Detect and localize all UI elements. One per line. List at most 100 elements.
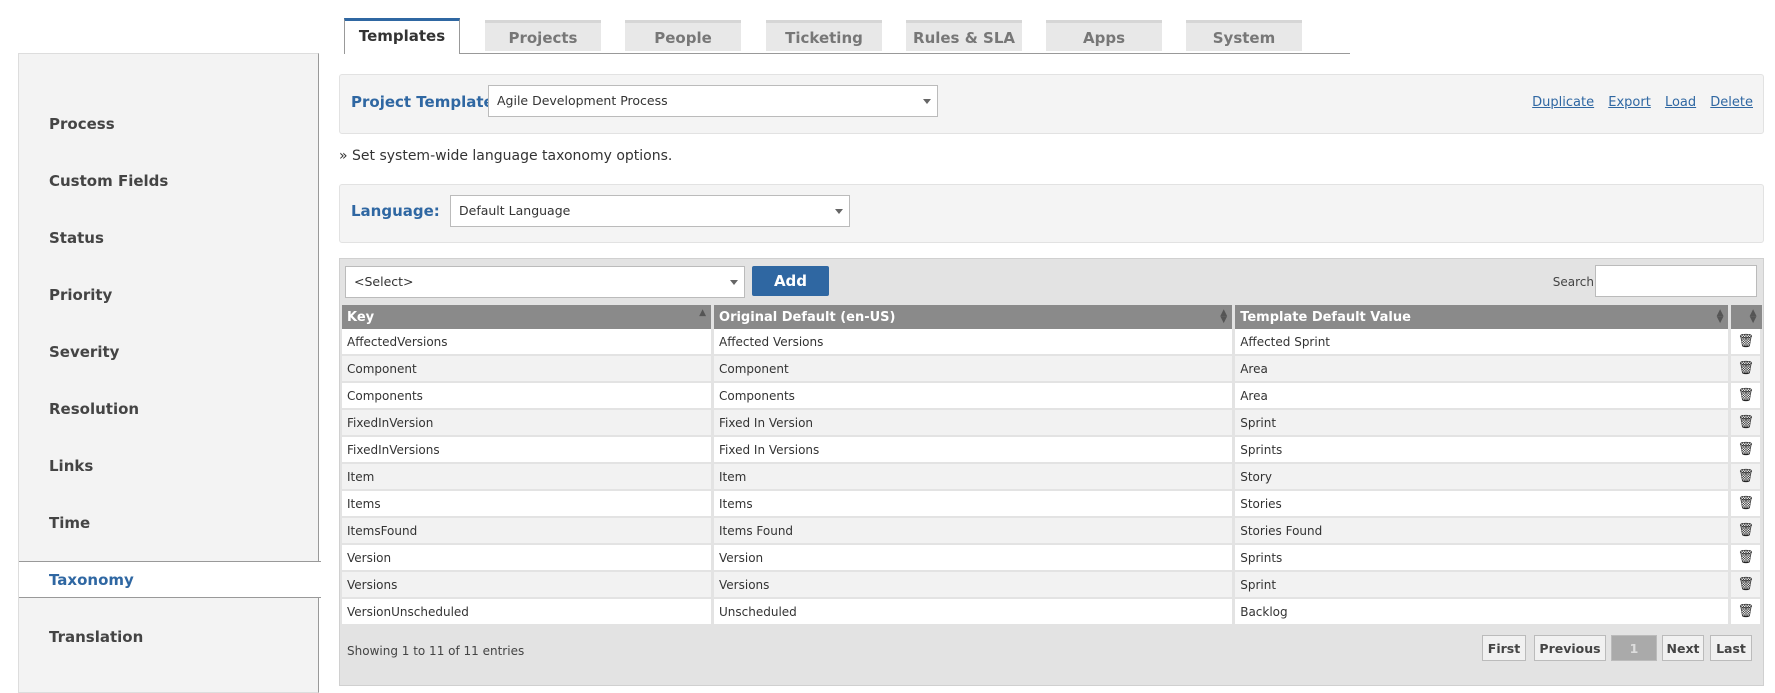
language-value: Default Language: [459, 203, 571, 218]
cell-template-value[interactable]: Stories Found: [1233, 517, 1732, 545]
project-template-value: Agile Development Process: [497, 93, 668, 108]
sidebar-item-status[interactable]: Status: [49, 229, 104, 247]
key-select-value: <Select>: [354, 274, 414, 289]
cell-original: Versions: [712, 571, 1236, 599]
sort-asc-icon: ▲: [699, 308, 707, 318]
taxonomy-table-wrapper: <Select> Add Search: Key ▲ Original Defa…: [339, 258, 1764, 686]
column-header-key[interactable]: Key ▲: [342, 305, 715, 329]
cell-key: AffectedVersions: [342, 329, 715, 356]
previous-page-button[interactable]: Previous: [1534, 635, 1606, 661]
tab-rules-sla[interactable]: Rules & SLA: [906, 20, 1022, 51]
sort-icon: ▲ ▼: [1749, 308, 1757, 325]
next-page-button[interactable]: Next: [1662, 635, 1704, 661]
search-input[interactable]: [1595, 265, 1757, 297]
main-tabbar: Templates Projects People Ticketing Rule…: [344, 18, 1350, 54]
table-row: FixedInVersion Fixed In Version Sprint 🗑: [342, 409, 1763, 437]
search-label: Search:: [1552, 275, 1598, 289]
cell-original: Components: [712, 382, 1236, 410]
taxonomy-hint: » Set system-wide language taxonomy opti…: [339, 148, 673, 164]
chevron-down-icon: [730, 280, 738, 285]
sidebar-item-time[interactable]: Time: [49, 514, 90, 532]
sidebar-item-translation[interactable]: Translation: [49, 628, 143, 646]
language-select[interactable]: Default Language: [450, 195, 850, 227]
sort-icon: ▲ ▼: [1716, 308, 1724, 325]
delete-link[interactable]: Delete: [1710, 95, 1753, 110]
sidebar-item-links[interactable]: Links: [49, 457, 93, 475]
cell-original: Fixed In Version: [712, 409, 1236, 437]
cell-original: Version: [712, 544, 1236, 572]
cell-key: VersionUnscheduled: [342, 598, 715, 626]
load-link[interactable]: Load: [1665, 95, 1696, 110]
page-1-button[interactable]: 1: [1611, 635, 1657, 661]
sidebar-item-process[interactable]: Process: [49, 115, 115, 133]
table-row: VersionUnscheduled Unscheduled Backlog 🗑: [342, 598, 1763, 626]
chevron-down-icon: [923, 99, 931, 104]
cell-key: ItemsFound: [342, 517, 715, 545]
table-row: FixedInVersions Fixed In Versions Sprint…: [342, 436, 1763, 464]
tab-people[interactable]: People: [625, 20, 741, 51]
table-row: Component Component Area 🗑: [342, 355, 1763, 383]
table-row: AffectedVersions Affected Versions Affec…: [342, 329, 1763, 356]
cell-template-value[interactable]: Story: [1233, 463, 1732, 491]
cell-original: Items: [712, 490, 1236, 518]
cell-template-value[interactable]: Sprints: [1233, 544, 1732, 572]
cell-template-value[interactable]: Area: [1233, 355, 1732, 383]
trash-icon[interactable]: 🗑: [1729, 544, 1763, 572]
cell-template-value[interactable]: Sprint: [1233, 409, 1732, 437]
sidebar-item-taxonomy[interactable]: Taxonomy: [49, 571, 134, 589]
trash-icon[interactable]: 🗑: [1729, 517, 1763, 545]
cell-key: FixedInVersion: [342, 409, 715, 437]
last-page-button[interactable]: Last: [1710, 635, 1752, 661]
trash-icon[interactable]: 🗑: [1729, 382, 1763, 410]
cell-key: Items: [342, 490, 715, 518]
cell-key: Item: [342, 463, 715, 491]
cell-original: Item: [712, 463, 1236, 491]
language-panel: Language: Default Language: [339, 184, 1764, 243]
cell-original: Affected Versions: [712, 329, 1236, 356]
column-header-template-default[interactable]: Template Default Value ▲ ▼: [1233, 305, 1732, 329]
sidebar-item-custom-fields[interactable]: Custom Fields: [49, 172, 168, 190]
sidebar-item-severity[interactable]: Severity: [49, 343, 119, 361]
column-header-original-default[interactable]: Original Default (en-US) ▲ ▼: [712, 305, 1236, 329]
trash-icon[interactable]: 🗑: [1729, 571, 1763, 599]
cell-template-value[interactable]: Area: [1233, 382, 1732, 410]
tab-system[interactable]: System: [1186, 20, 1302, 51]
duplicate-link[interactable]: Duplicate: [1532, 95, 1594, 110]
cell-key: Version: [342, 544, 715, 572]
table-row: Items Items Stories 🗑: [342, 490, 1763, 518]
cell-original: Unscheduled: [712, 598, 1236, 626]
cell-template-value[interactable]: Affected Sprint: [1233, 329, 1732, 356]
tab-templates[interactable]: Templates: [344, 18, 460, 54]
key-select[interactable]: <Select>: [345, 266, 745, 298]
cell-key: Versions: [342, 571, 715, 599]
trash-icon[interactable]: 🗑: [1729, 436, 1763, 464]
trash-icon[interactable]: 🗑: [1729, 329, 1763, 356]
cell-template-value[interactable]: Backlog: [1233, 598, 1732, 626]
chevron-down-icon: [835, 209, 843, 214]
cell-template-value[interactable]: Sprint: [1233, 571, 1732, 599]
trash-icon[interactable]: 🗑: [1729, 463, 1763, 491]
cell-original: Items Found: [712, 517, 1236, 545]
trash-icon[interactable]: 🗑: [1729, 598, 1763, 626]
cell-template-value[interactable]: Sprints: [1233, 436, 1732, 464]
tab-ticketing[interactable]: Ticketing: [766, 20, 882, 51]
sort-icon: ▲ ▼: [1220, 308, 1228, 325]
sidebar-item-priority[interactable]: Priority: [49, 286, 112, 304]
language-label: Language:: [351, 202, 440, 220]
project-template-select[interactable]: Agile Development Process: [488, 85, 938, 117]
column-header-label: Key: [347, 309, 375, 325]
column-header-label: Original Default (en-US): [719, 309, 896, 325]
trash-icon[interactable]: 🗑: [1729, 409, 1763, 437]
cell-template-value[interactable]: Stories: [1233, 490, 1732, 518]
table-row: ItemsFound Items Found Stories Found 🗑: [342, 517, 1763, 545]
first-page-button[interactable]: First: [1482, 635, 1526, 661]
tab-projects[interactable]: Projects: [485, 20, 601, 51]
export-link[interactable]: Export: [1608, 95, 1651, 110]
trash-icon[interactable]: 🗑: [1729, 490, 1763, 518]
sidebar-item-resolution[interactable]: Resolution: [49, 400, 139, 418]
add-button[interactable]: Add: [752, 266, 829, 296]
tab-apps[interactable]: Apps: [1046, 20, 1162, 51]
trash-icon[interactable]: 🗑: [1729, 355, 1763, 383]
column-header-actions[interactable]: ▲ ▼: [1729, 305, 1762, 329]
cell-key: FixedInVersions: [342, 436, 715, 464]
